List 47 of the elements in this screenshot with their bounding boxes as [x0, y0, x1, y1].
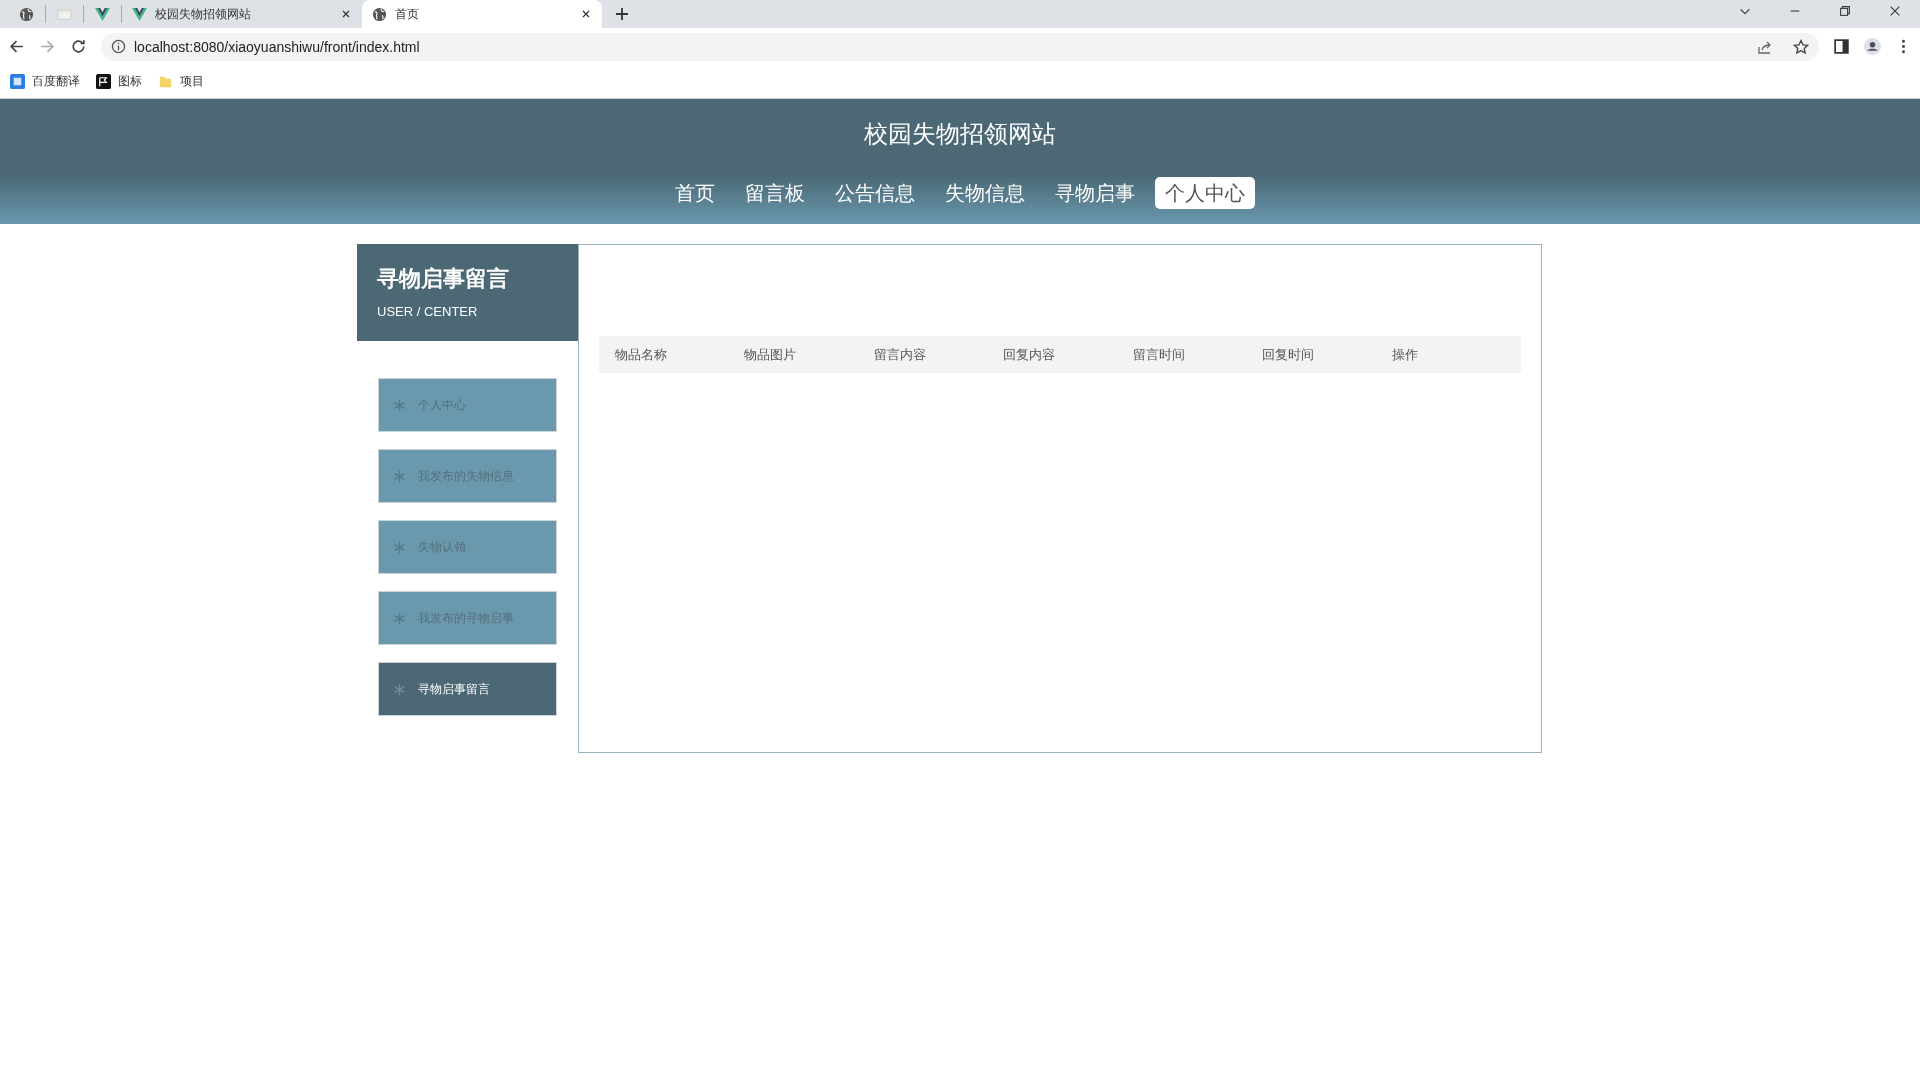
- bookmark[interactable]: 百度翻译: [10, 73, 80, 90]
- nav-link[interactable]: 个人中心: [1155, 177, 1255, 209]
- column-header: 回复时间: [1262, 345, 1316, 364]
- page-icon: [57, 6, 72, 22]
- site-title: 校园失物招领网站: [864, 119, 1056, 149]
- profile-icon[interactable]: [1864, 38, 1881, 55]
- sidebar-item[interactable]: 寻物启事留言: [378, 662, 557, 716]
- snowflake-icon: [393, 611, 406, 625]
- star-icon[interactable]: [1793, 38, 1809, 55]
- nav-link[interactable]: 公告信息: [825, 177, 925, 209]
- back-icon[interactable]: [8, 38, 25, 55]
- vue-icon: [132, 6, 147, 22]
- column-header: 操作: [1391, 345, 1419, 364]
- folder-icon: [158, 74, 173, 89]
- nav-link[interactable]: 寻物启事: [1045, 177, 1145, 209]
- close-icon[interactable]: [1888, 4, 1902, 18]
- snowflake-icon: [393, 540, 406, 554]
- snowflake-icon: [393, 682, 406, 696]
- nav-link[interactable]: 失物信息: [935, 177, 1035, 209]
- column-header: 物品图片: [744, 345, 798, 364]
- sidebar-subtitle: USER / CENTER: [377, 304, 479, 319]
- restore-icon[interactable]: [1838, 4, 1852, 18]
- reload-icon[interactable]: [70, 38, 87, 55]
- globe-icon: [19, 6, 34, 22]
- close-icon[interactable]: [580, 8, 592, 20]
- translate-icon: [10, 74, 25, 89]
- browser-tab[interactable]: 首页: [362, 0, 602, 28]
- close-icon[interactable]: [340, 8, 352, 20]
- column-header: 物品名称: [615, 345, 668, 364]
- bookmark[interactable]: 图标: [96, 73, 142, 90]
- column-header: 留言时间: [1132, 345, 1186, 364]
- nav-link[interactable]: 首页: [665, 177, 725, 209]
- address-field[interactable]: localhost:8080/xiaoyuanshiwu/front/index.html: [101, 32, 1819, 61]
- flag-icon: [96, 74, 111, 89]
- browser-tab[interactable]: 校园失物招领网站: [122, 0, 362, 28]
- snowflake-icon: [393, 469, 406, 483]
- side-panel-icon[interactable]: [1833, 38, 1850, 55]
- column-header: 留言内容: [873, 345, 927, 364]
- globe-icon: [372, 6, 387, 22]
- vue-icon: [95, 6, 110, 22]
- snowflake-icon: [393, 398, 406, 412]
- new-tab-icon[interactable]: [614, 6, 630, 22]
- nav-link[interactable]: 留言板: [735, 177, 815, 209]
- info-icon[interactable]: [111, 39, 126, 54]
- column-header: 回复内容: [1003, 345, 1057, 364]
- sidebar-title: 寻物启事留言: [377, 265, 510, 293]
- bookmark[interactable]: 项目: [158, 73, 204, 90]
